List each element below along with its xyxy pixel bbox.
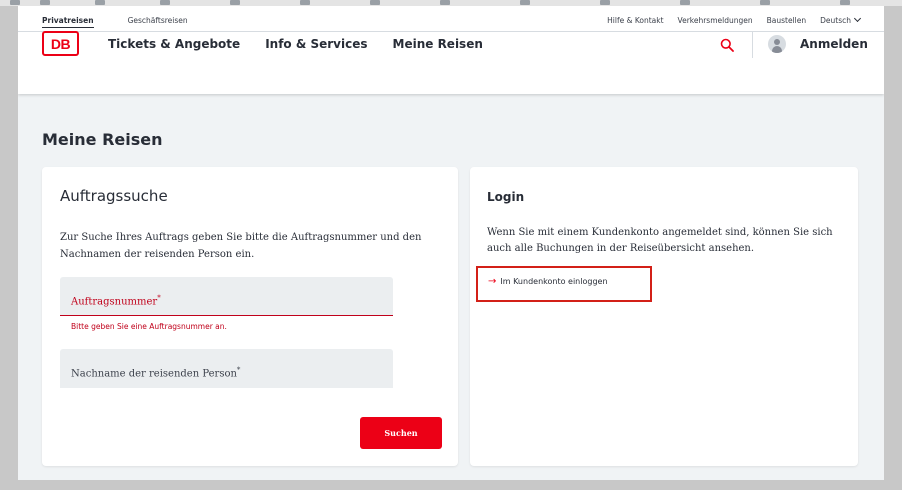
nav-my-trips[interactable]: Meine Reisen (393, 37, 483, 51)
login-card: Login Wenn Sie mit einem Kundenkonto ang… (470, 167, 858, 466)
customer-account-login-link[interactable]: → Im Kundenkonto einloggen (488, 275, 608, 287)
site-header: Privatreisen Geschäftsreisen Hilfe & Kon… (18, 6, 884, 94)
order-search-title: Auftragssuche (60, 187, 168, 205)
tab-privatreisen[interactable]: Privatreisen (42, 16, 94, 28)
arrow-right-icon: → (488, 275, 497, 287)
language-selector[interactable]: Deutsch (820, 14, 862, 25)
meta-navigation: Privatreisen Geschäftsreisen Hilfe & Kon… (18, 6, 884, 32)
customer-account-login-label: Im Kundenkonto einloggen (500, 277, 608, 286)
user-avatar-icon[interactable] (768, 35, 786, 53)
main-navigation: DB Tickets & Angebote Info & Services Me… (18, 31, 884, 94)
db-logo[interactable]: DB (42, 31, 79, 56)
login-card-title: Login (487, 190, 525, 204)
nav-tickets-offers[interactable]: Tickets & Angebote (108, 37, 240, 51)
order-number-error: Bitte geben Sie eine Auftragsnummer an. (71, 322, 227, 331)
link-construction[interactable]: Baustellen (767, 16, 807, 25)
page-frame: Privatreisen Geschäftsreisen Hilfe & Kon… (0, 0, 902, 490)
language-label: Deutsch (820, 16, 851, 25)
order-search-card: Auftragssuche Zur Suche Ihres Auftrags g… (42, 167, 458, 466)
link-traffic-notices[interactable]: Verkehrsmeldungen (678, 16, 753, 25)
order-search-description: Zur Suche Ihres Auftrags geben Sie bitte… (60, 232, 422, 260)
page-title: Meine Reisen (42, 130, 163, 149)
link-help-contact[interactable]: Hilfe & Kontakt (607, 16, 663, 25)
search-icon[interactable] (720, 38, 734, 52)
tab-geschaeftsreisen[interactable]: Geschäftsreisen (128, 16, 188, 28)
browser-viewport: Privatreisen Geschäftsreisen Hilfe & Kon… (18, 6, 884, 480)
nav-divider (752, 32, 753, 58)
last-name-label: Nachname der reisenden Person* (71, 366, 241, 380)
order-number-label: Auftragsnummer* (71, 294, 161, 308)
order-number-field[interactable]: Auftragsnummer* (60, 277, 393, 316)
login-button[interactable]: Anmelden (800, 37, 868, 51)
nav-info-services[interactable]: Info & Services (265, 37, 367, 51)
login-card-description: Wenn Sie mit einem Kundenkonto angemelde… (487, 227, 833, 254)
chevron-down-icon (853, 14, 862, 23)
last-name-field[interactable]: Nachname der reisenden Person* (60, 349, 393, 388)
search-button[interactable]: Suchen (360, 417, 442, 449)
